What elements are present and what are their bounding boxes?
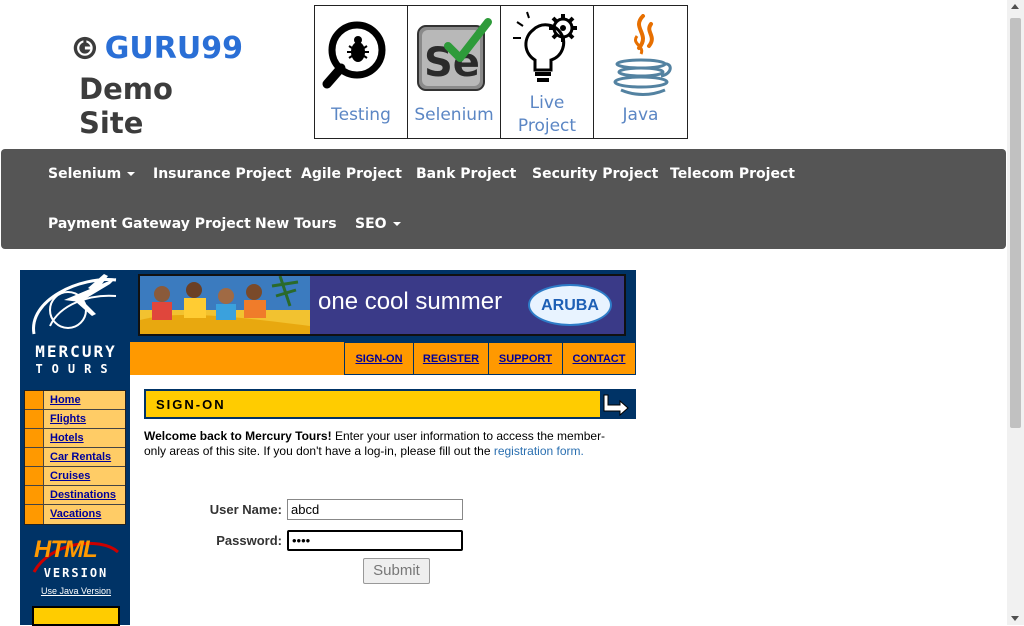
brand-name: GURU99 — [104, 30, 243, 66]
menu-bullet — [25, 467, 44, 485]
side-link-home[interactable]: Home — [44, 391, 125, 409]
lightbulb-gear-icon — [513, 11, 577, 82]
scroll-thumb[interactable] — [1010, 18, 1021, 428]
scroll-up-arrow-icon[interactable] — [1011, 4, 1019, 9]
tile-live-project[interactable]: Live Project — [501, 6, 594, 138]
html-version-subtitle: VERSION — [43, 566, 109, 580]
side-link-flights[interactable]: Flights — [44, 410, 125, 428]
side-link-cruises[interactable]: Cruises — [44, 467, 125, 485]
link-contact[interactable]: CONTACT — [573, 353, 626, 365]
tile-label-line1: Live — [529, 93, 565, 113]
nav-selenium-dropdown[interactable]: Selenium — [48, 166, 136, 182]
username-label: User Name: — [209, 502, 282, 517]
aruba-badge-text: ARUBA — [541, 297, 599, 314]
menu-bullet — [25, 391, 44, 409]
welcome-message: Welcome back to Mercury Tours! Enter you… — [144, 429, 614, 459]
nav-seo-dropdown[interactable]: SEO — [355, 216, 401, 232]
password-input[interactable] — [287, 530, 463, 551]
tile-java[interactable]: Java — [594, 6, 687, 138]
link-sign-on[interactable]: SIGN-ON — [355, 353, 402, 365]
tile-testing[interactable]: Testing — [315, 6, 408, 138]
selenium-icon: Se — [417, 18, 492, 91]
mercury-sidebar: MERCURY TOURS Home Flights Hotels Car Re… — [20, 270, 130, 626]
menu-bullet — [25, 410, 44, 428]
tile-label-line2: Project — [517, 116, 577, 136]
username-input[interactable] — [287, 499, 463, 520]
caret-down-icon — [392, 222, 401, 226]
side-link-car-rentals[interactable]: Car Rentals — [44, 448, 125, 466]
use-java-version-link[interactable]: Use Java Version — [28, 586, 124, 596]
bug-magnifier-icon — [322, 21, 386, 89]
page-scrollbar[interactable] — [1007, 0, 1024, 625]
link-register[interactable]: REGISTER — [423, 353, 479, 365]
nav-security-project[interactable]: Security Project — [532, 166, 658, 182]
top-link-cell: SUPPORT — [488, 342, 562, 375]
top-navigation: Selenium Insurance Project Agile Project… — [1, 149, 1006, 249]
curved-arrow-icon — [603, 394, 629, 417]
top-link-cell: CONTACT — [562, 342, 636, 375]
caret-down-icon — [127, 172, 136, 176]
guru99-brand[interactable]: GURU99 Demo Site — [73, 28, 243, 140]
nav-telecom-project[interactable]: Telecom Project — [670, 166, 795, 182]
scroll-down-arrow-icon[interactable] — [1011, 616, 1019, 621]
nav-label: Selenium — [48, 166, 122, 182]
side-link-vacations[interactable]: Vacations — [44, 505, 125, 524]
nav-new-tours[interactable]: New Tours — [255, 216, 337, 232]
nav-label: SEO — [355, 216, 387, 232]
signon-header: SIGN-ON — [144, 389, 636, 419]
password-label: Password: — [216, 533, 282, 548]
registration-form-link[interactable]: registration form. — [494, 444, 584, 458]
side-menu-item: Destinations — [25, 486, 125, 505]
signon-arrow-box — [600, 391, 634, 417]
side-link-destinations[interactable]: Destinations — [44, 486, 125, 504]
submit-button[interactable]: Submit — [363, 558, 430, 584]
link-support[interactable]: SUPPORT — [499, 353, 552, 365]
nav-insurance-project[interactable]: Insurance Project — [153, 166, 292, 182]
top-link-cell: SIGN-ON — [344, 342, 413, 375]
side-menu-item: Vacations — [25, 505, 125, 524]
side-link-hotels[interactable]: Hotels — [44, 429, 125, 447]
side-menu-item: Flights — [25, 410, 125, 429]
nav-payment-gateway-project[interactable]: Payment Gateway Project — [48, 216, 251, 232]
welcome-heading: Welcome back to Mercury Tours! — [144, 429, 332, 443]
banner-slogan: one cool summer — [318, 288, 503, 315]
tile-label: Testing — [331, 105, 391, 125]
nav-agile-project[interactable]: Agile Project — [301, 166, 402, 182]
signon-title: SIGN-ON — [156, 397, 226, 412]
beach-people-image-icon — [140, 276, 310, 334]
side-menu-item: Home — [25, 391, 125, 410]
nav-bank-project[interactable]: Bank Project — [416, 166, 516, 182]
side-menu-item: Cruises — [25, 467, 125, 486]
sidebar-bottom-box — [32, 606, 120, 626]
html-version-title: HTML — [34, 536, 98, 563]
menu-bullet — [25, 486, 44, 504]
mercury-side-menu: Home Flights Hotels Car Rentals Cruises … — [24, 390, 126, 525]
menu-bullet — [25, 429, 44, 447]
java-cup-icon — [613, 14, 672, 96]
side-menu-item: Hotels — [25, 429, 125, 448]
aruba-banner[interactable]: one cool summer ARUBA — [138, 274, 626, 336]
tile-selenium[interactable]: Se Selenium — [408, 6, 501, 138]
guru99-logo-icon — [73, 36, 97, 60]
mercury-logo-title: MERCURY — [35, 342, 117, 361]
menu-bullet — [25, 448, 44, 466]
top-link-cell: REGISTER — [413, 342, 488, 375]
brand-subtitle: Demo Site — [79, 72, 173, 140]
course-tiles: Testing Se Selenium Live Project Java — [314, 5, 688, 139]
tile-label: Selenium — [414, 105, 494, 125]
aruba-badge: ARUBA — [528, 284, 612, 326]
side-menu-item: Car Rentals — [25, 448, 125, 467]
mercury-logo-subtitle: TOURS — [35, 362, 117, 376]
menu-bullet — [25, 505, 44, 524]
tile-label: Java — [622, 105, 659, 125]
